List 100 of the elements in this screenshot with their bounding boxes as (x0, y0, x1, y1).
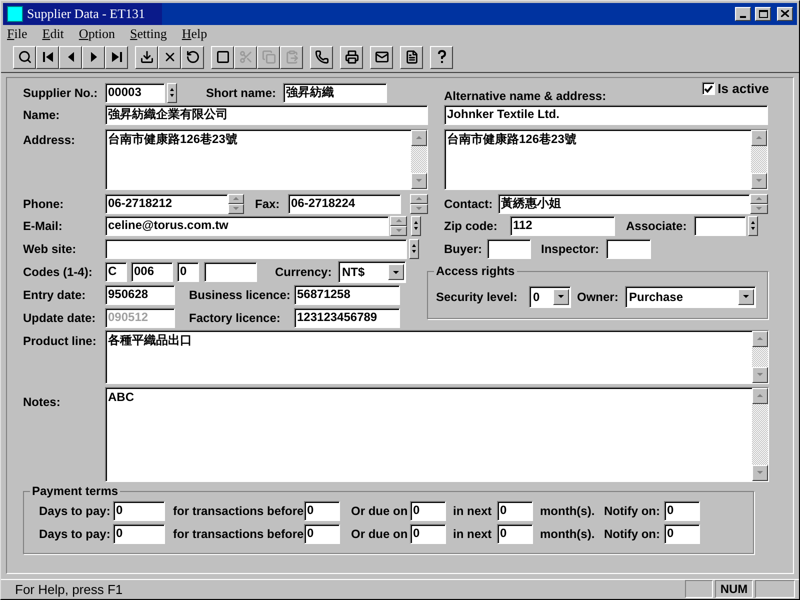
menu-item[interactable]: Help (182, 24, 208, 44)
spin-button[interactable] (410, 194, 428, 214)
field-label: E-Mail: (23, 218, 64, 235)
toolbar-button[interactable] (370, 46, 393, 69)
field-label: for transactions before (173, 526, 304, 544)
menu-item[interactable]: Setting (130, 24, 167, 44)
input-field[interactable]: 0 (410, 501, 446, 522)
download-icon (140, 50, 154, 64)
field-label: Web site: (23, 240, 78, 258)
toolbar-button[interactable] (340, 46, 363, 69)
input-field[interactable]: 112 (510, 216, 615, 236)
input-field[interactable]: C (105, 262, 127, 282)
down-arrow-icon (170, 94, 174, 98)
caret-icon (557, 294, 565, 300)
input-field[interactable]: 00003 (105, 82, 165, 103)
input-field[interactable] (694, 216, 746, 236)
input-field[interactable]: 0 (177, 262, 199, 282)
toolbar-button[interactable] (59, 46, 82, 69)
field-label: in next (453, 503, 493, 520)
toolbar-button[interactable] (430, 46, 453, 69)
input-field[interactable] (606, 238, 651, 259)
skip-first-icon (42, 51, 54, 64)
input-field[interactable]: 123123456789 (294, 308, 400, 328)
field-label: Address: (23, 132, 76, 149)
down-arrow-icon (414, 227, 418, 230)
input-field[interactable]: 950628 (105, 284, 175, 305)
field-label: Zip code: (444, 218, 498, 235)
menu-item[interactable]: File (7, 24, 28, 44)
input-field[interactable]: 0 (664, 524, 700, 544)
input-field[interactable]: 56871258 (294, 284, 400, 305)
down-arrow-icon (412, 250, 416, 254)
scrollbar[interactable] (752, 388, 768, 481)
input-field[interactable]: 0 (304, 501, 340, 522)
input-field[interactable]: celine@torus.com.tw (105, 216, 389, 236)
up-arrow-icon (414, 221, 418, 224)
input-field[interactable]: 06-2718224 (288, 194, 401, 214)
spin-button[interactable] (390, 216, 407, 236)
field-label: Name: (23, 106, 61, 124)
active-checkbox[interactable]: Is active (702, 78, 769, 98)
status-panel (685, 580, 713, 598)
scrollbar[interactable] (411, 130, 427, 189)
toolbar-button[interactable] (158, 46, 181, 69)
skip-last-icon (110, 51, 122, 64)
spin-button[interactable] (411, 216, 421, 236)
field-label: month(s). (540, 503, 596, 520)
input-field[interactable]: Johnker Textile Ltd. (444, 104, 768, 125)
field-label: Fax: (255, 196, 281, 213)
input-field[interactable] (105, 238, 407, 259)
input-field[interactable]: 強昇紡織 (283, 82, 387, 103)
toolbar-button[interactable] (181, 46, 204, 69)
spin-button[interactable] (228, 194, 244, 214)
toolbar-button[interactable] (400, 46, 423, 69)
menu-item[interactable]: Option (78, 24, 116, 44)
app-icon (7, 6, 23, 22)
minimize-button[interactable] (735, 6, 751, 21)
dropdown[interactable]: Purchase (625, 286, 756, 308)
dropdown[interactable]: NT$ (338, 261, 406, 284)
close-button[interactable] (777, 6, 793, 21)
spin-button[interactable] (750, 194, 768, 214)
up-arrow-icon (170, 88, 174, 92)
toolbar-button[interactable] (310, 46, 333, 69)
input-field[interactable]: 0 (304, 524, 340, 544)
toolbar-button[interactable] (105, 46, 128, 69)
caret-icon (742, 294, 750, 300)
up-arrow-icon (756, 393, 764, 398)
input-field[interactable]: 0 (113, 501, 165, 522)
input-field[interactable]: 0 (497, 524, 533, 544)
menu-item[interactable]: Edit (42, 24, 64, 44)
spin-button[interactable] (167, 82, 177, 103)
input-field[interactable]: 0 (497, 501, 533, 522)
input-field[interactable]: 0 (113, 524, 165, 544)
toolbar-button[interactable] (36, 46, 59, 69)
checkbox[interactable] (702, 82, 715, 96)
toolbar-button[interactable] (13, 46, 36, 69)
input-field[interactable] (204, 262, 257, 282)
spin-button[interactable] (409, 238, 419, 259)
down-arrow-icon (415, 206, 423, 212)
close-icon (781, 10, 789, 18)
field-label: Inspector: (541, 240, 600, 258)
input-field[interactable]: 強昇紡織企業有限公司 (105, 104, 428, 125)
input-field[interactable]: 0 (410, 524, 446, 544)
scrollbar[interactable] (751, 130, 767, 189)
input-field[interactable]: 黃綉惠小姐 (498, 194, 750, 214)
scrollbar[interactable] (752, 330, 768, 383)
field-label: Owner: (577, 288, 620, 306)
section-label: Alternative name & address: (444, 88, 606, 103)
toolbar-button[interactable] (82, 46, 105, 69)
maximize-button[interactable] (755, 6, 771, 21)
spin-button[interactable] (748, 216, 758, 236)
input-field[interactable]: 0 (664, 501, 700, 522)
input-field[interactable]: 006 (131, 262, 173, 282)
status-text: For Help, press F1 (14, 580, 124, 599)
dropdown[interactable]: 0 (529, 286, 571, 308)
document-icon (404, 50, 418, 64)
field-label: Currency: (275, 264, 333, 282)
field-label: Update date: (23, 310, 97, 327)
toolbar-button[interactable] (135, 46, 158, 69)
input-field[interactable]: 06-2718212 (105, 194, 228, 214)
input-field[interactable] (487, 238, 531, 259)
toolbar-button[interactable] (211, 46, 234, 69)
